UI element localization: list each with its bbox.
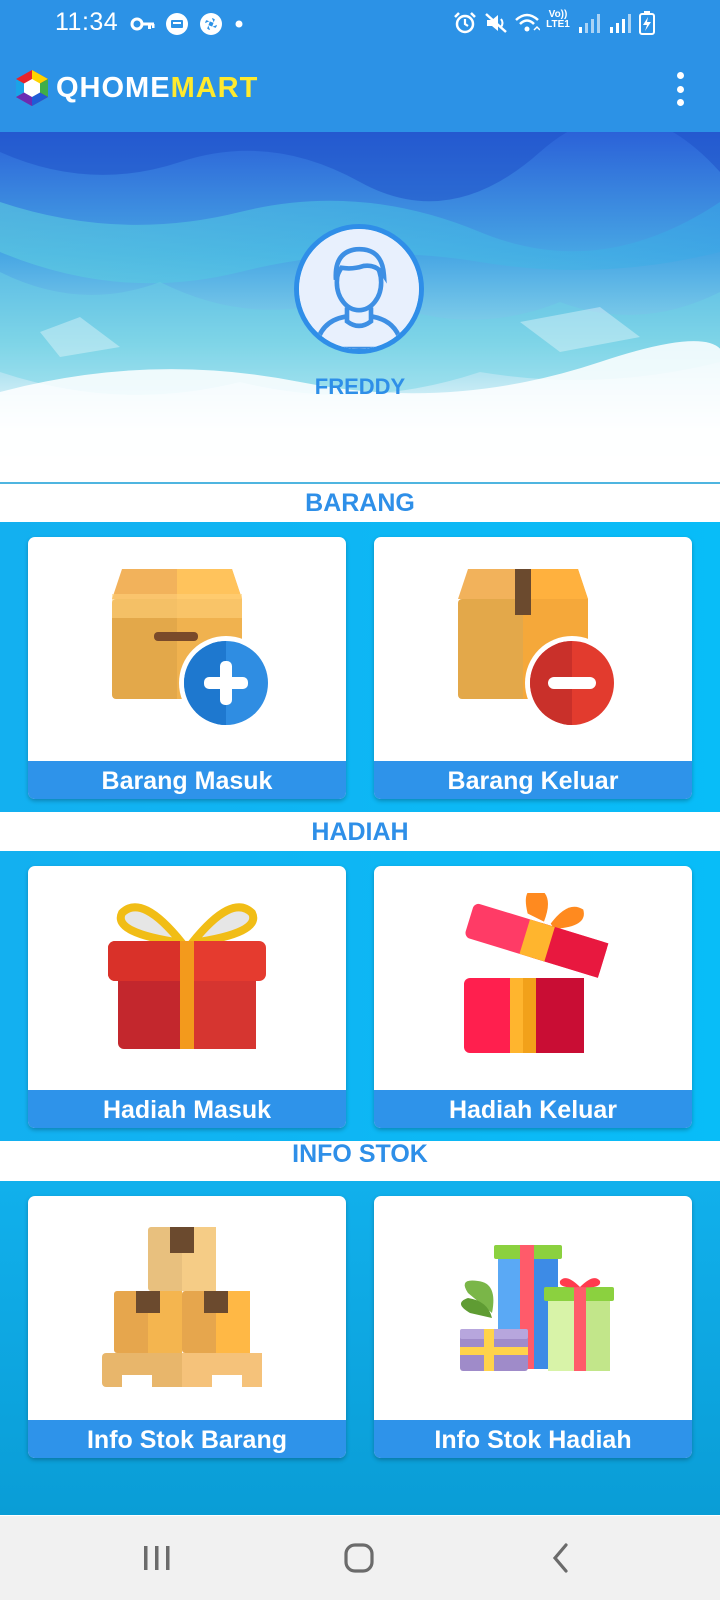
info-stok-barang-label: Info Stok Barang — [28, 1420, 346, 1458]
status-left-icons — [130, 11, 246, 37]
signal-icon — [576, 10, 602, 36]
app-logo: QHOMEMART — [12, 68, 258, 108]
gift-closed-icon — [28, 866, 346, 1090]
logo-text-mart: MART — [170, 71, 259, 104]
back-icon[interactable] — [531, 1536, 591, 1580]
battery-charging-icon — [638, 10, 656, 36]
system-nav-bar — [0, 1516, 720, 1600]
section-band-hadiah: Hadiah Masuk Hadiah Keluar — [0, 851, 720, 1141]
section-band-barang: Barang Masuk Barang Keluar — [0, 522, 720, 812]
section-title-barang: BARANG — [305, 489, 415, 517]
box-remove-icon — [374, 537, 692, 761]
section-title-info-stok: INFO STOK — [292, 1140, 428, 1168]
status-right-icons: Vo)) LTE1 — [452, 10, 656, 36]
user-avatar-icon[interactable] — [294, 224, 424, 354]
status-time: 11:34 — [55, 8, 119, 36]
hadiah-keluar-label: Hadiah Keluar — [374, 1090, 692, 1128]
box-add-icon — [28, 537, 346, 761]
header-divider — [0, 482, 720, 484]
barang-keluar-card[interactable]: Barang Keluar — [374, 537, 692, 799]
logo-hexagon-icon — [12, 68, 52, 108]
barang-masuk-label: Barang Masuk — [28, 761, 346, 799]
gift-stack-icon — [374, 1196, 692, 1420]
barang-masuk-card[interactable]: Barang Masuk — [28, 537, 346, 799]
home-icon[interactable] — [329, 1536, 389, 1580]
logo-text-home: QHOME — [56, 71, 171, 104]
signal-icon — [607, 10, 633, 36]
mute-icon — [483, 10, 509, 36]
info-stok-hadiah-card[interactable]: Info Stok Hadiah — [374, 1196, 692, 1458]
barang-keluar-label: Barang Keluar — [374, 761, 692, 799]
chat-bubble-icon — [164, 11, 190, 37]
more-vert-icon[interactable] — [670, 72, 690, 106]
section-band-info-stok: Info Stok Barang Info Stok Hadiah — [0, 1181, 720, 1515]
volte-icon: Vo)) LTE1 — [546, 9, 570, 30]
gift-open-icon — [374, 866, 692, 1090]
status-bar: 11:34 Vo)) LTE1 — [0, 0, 720, 46]
boxes-pallet-icon — [28, 1196, 346, 1420]
shutter-icon — [198, 11, 224, 37]
alarm-icon — [452, 10, 478, 36]
info-stok-barang-card[interactable]: Info Stok Barang — [28, 1196, 346, 1458]
recent-apps-icon[interactable] — [127, 1536, 187, 1580]
user-name: FREDDY — [314, 374, 406, 399]
wifi-icon — [514, 10, 540, 36]
dot-icon — [232, 11, 246, 37]
hadiah-masuk-label: Hadiah Masuk — [28, 1090, 346, 1128]
section-title-hadiah: HADIAH — [311, 818, 409, 846]
hadiah-keluar-card[interactable]: Hadiah Keluar — [374, 866, 692, 1128]
hadiah-masuk-card[interactable]: Hadiah Masuk — [28, 866, 346, 1128]
info-stok-hadiah-label: Info Stok Hadiah — [374, 1420, 692, 1458]
app-bar: QHOMEMART — [0, 46, 720, 132]
logo-text: QHOMEMART — [56, 72, 258, 105]
key-icon — [130, 11, 156, 37]
